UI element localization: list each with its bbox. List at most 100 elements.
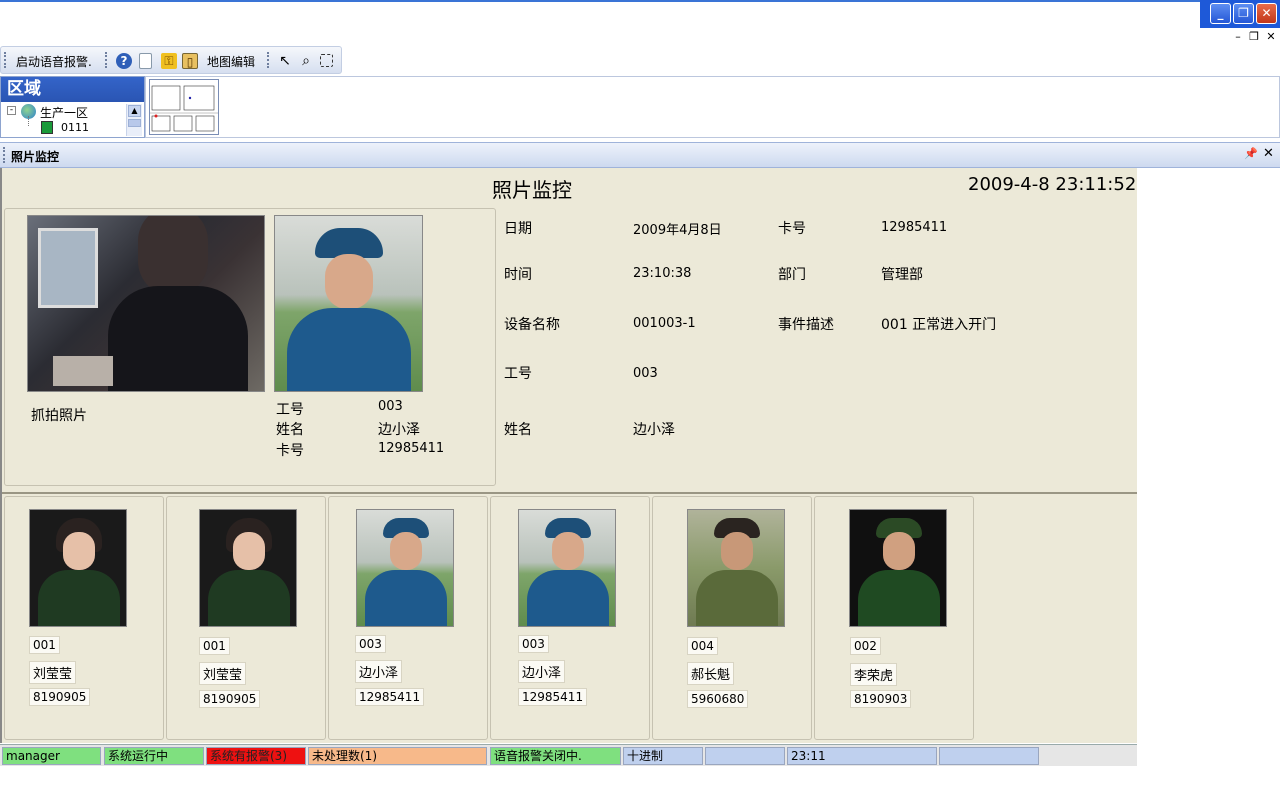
- history-photo[interactable]: [199, 509, 297, 627]
- registered-photo-uniform: [287, 308, 411, 391]
- dept-label: 部门: [778, 267, 806, 283]
- tree-scrollbar[interactable]: ▲: [126, 104, 142, 136]
- select-area-icon[interactable]: [320, 54, 333, 67]
- captured-photo-desk: [53, 356, 113, 386]
- minimize-icon[interactable]: _: [1210, 3, 1231, 24]
- restore-icon[interactable]: ❐: [1233, 3, 1254, 24]
- panel-close-icon[interactable]: ✕: [1263, 146, 1274, 161]
- voice-alarm-button[interactable]: 启动语音报警.: [16, 53, 92, 70]
- history-card[interactable]: 003 边小泽 12985411: [328, 496, 488, 740]
- status-empty: [939, 747, 1039, 765]
- date-value: 2009年4月8日: [633, 223, 722, 238]
- photo-monitor-content: 照片监控 2009-4-8 23:11:52 抓拍照片 工号 003 姓名 边小…: [0, 168, 1137, 743]
- tree-line: [28, 116, 29, 126]
- panel-grip[interactable]: [3, 147, 6, 163]
- history-name: 刘莹莹: [199, 662, 247, 685]
- history-photo-face: [233, 532, 265, 570]
- scroll-up-icon[interactable]: ▲: [128, 105, 141, 117]
- history-photo-face: [721, 532, 753, 570]
- time-value: 23:10:38: [633, 266, 692, 281]
- status-mode: 十进制: [623, 747, 703, 765]
- help-icon[interactable]: ?: [116, 53, 132, 69]
- date-label: 日期: [504, 221, 532, 237]
- history-name: 郝长魁: [687, 662, 735, 685]
- tree-item-zone[interactable]: 生产一区: [40, 104, 88, 121]
- id-value: 003: [633, 366, 658, 381]
- door-icon[interactable]: ▯: [182, 53, 198, 69]
- history-card-number: 12985411: [355, 688, 425, 706]
- capture-label: 抓拍照片: [31, 408, 87, 424]
- dept-value: 管理部: [881, 267, 923, 283]
- history-name: 边小泽: [355, 660, 403, 683]
- history-photo-uniform: [858, 570, 940, 626]
- history-photo-uniform: [208, 570, 290, 626]
- status-bar: manager 系统运行中 系统有报警(3) 未处理数(1) 语音报警关闭中. …: [0, 744, 1137, 766]
- tree-item-device[interactable]: 0111: [61, 121, 89, 134]
- region-panel: 区域 - 生产一区 0111 ▲: [0, 76, 145, 138]
- registered-photo[interactable]: [274, 215, 423, 392]
- window-controls: _ ❐ ✕: [1200, 0, 1280, 28]
- history-card-number: 8190905: [199, 690, 261, 708]
- history-photo-uniform: [527, 570, 609, 626]
- event-value: 001 正常进入开门: [881, 317, 997, 333]
- history-name: 边小泽: [518, 660, 566, 683]
- history-name: 李荣虎: [850, 663, 898, 686]
- history-card[interactable]: 001 刘莹莹 8190905: [4, 496, 164, 740]
- status-alarm[interactable]: 系统有报警(3): [206, 747, 306, 765]
- status-system: 系统运行中: [104, 747, 204, 765]
- name-label: 姓名: [504, 422, 532, 438]
- history-photo[interactable]: [356, 509, 454, 627]
- history-card[interactable]: 002 李荣虎 8190903: [814, 496, 974, 740]
- history-card-number: 5960680: [687, 690, 749, 708]
- history-card[interactable]: 001 刘莹莹 8190905: [166, 496, 326, 740]
- toolbar-grip[interactable]: [4, 52, 7, 68]
- monitor-heading: 照片监控: [492, 178, 572, 202]
- history-id: 004: [687, 637, 718, 655]
- history-photo[interactable]: [518, 509, 616, 627]
- history-card[interactable]: 003 边小泽 12985411: [490, 496, 650, 740]
- capture-card: 抓拍照片 工号 003 姓名 边小泽 卡号 12985411: [4, 208, 496, 486]
- map-edit-button[interactable]: 地图编辑: [207, 53, 255, 70]
- captured-photo-head: [138, 216, 208, 296]
- device-icon: [41, 121, 53, 134]
- zoom-icon[interactable]: ⌕: [298, 53, 314, 69]
- status-unprocessed[interactable]: 未处理数(1): [308, 747, 487, 765]
- history-photo-uniform: [365, 570, 447, 626]
- status-user: manager: [2, 747, 101, 765]
- registered-photo-face: [325, 254, 373, 309]
- toolbar-band: 启动语音报警. ? ⚿ ▯ 地图编辑 ↖ ⌕: [0, 46, 342, 74]
- history-photo-face: [552, 532, 584, 570]
- toolbar-grip[interactable]: [267, 52, 270, 68]
- photo-monitor-panel-header: 照片监控 📌 ✕: [0, 142, 1280, 168]
- history-card-number: 8190903: [850, 690, 912, 708]
- new-document-icon[interactable]: [139, 53, 152, 69]
- history-id: 001: [29, 636, 60, 654]
- person-name-label: 姓名: [276, 422, 304, 438]
- history-photo[interactable]: [849, 509, 947, 627]
- captured-photo[interactable]: [27, 215, 265, 392]
- key-icon[interactable]: ⚿: [161, 53, 177, 69]
- toolbar-grip[interactable]: [105, 52, 108, 68]
- pointer-icon[interactable]: ↖: [277, 53, 293, 69]
- region-title: 区域: [1, 77, 144, 102]
- name-value: 边小泽: [633, 422, 675, 438]
- captured-photo-body: [108, 286, 248, 391]
- scroll-thumb[interactable]: [128, 119, 141, 127]
- history-card[interactable]: 004 郝长魁 5960680: [652, 496, 812, 740]
- card-label: 卡号: [778, 221, 806, 237]
- card-value: 12985411: [881, 220, 948, 235]
- collapse-icon[interactable]: -: [7, 106, 16, 115]
- panel-title: 照片监控: [11, 150, 60, 164]
- section-divider: [2, 492, 1137, 494]
- close-icon[interactable]: ✕: [1256, 3, 1277, 24]
- person-card-value: 12985411: [378, 441, 445, 456]
- history-photo[interactable]: [687, 509, 785, 627]
- person-card-label: 卡号: [276, 443, 304, 459]
- map-thumbnail[interactable]: [149, 79, 219, 135]
- time-label: 时间: [504, 267, 532, 283]
- history-strip: 001 刘莹莹 8190905 001 刘莹莹 8190905 003 边小泽 12985411…: [2, 496, 1137, 740]
- history-name: 刘莹莹: [29, 661, 77, 684]
- pin-icon[interactable]: 📌: [1244, 147, 1258, 160]
- history-photo-uniform: [38, 570, 120, 626]
- history-photo[interactable]: [29, 509, 127, 627]
